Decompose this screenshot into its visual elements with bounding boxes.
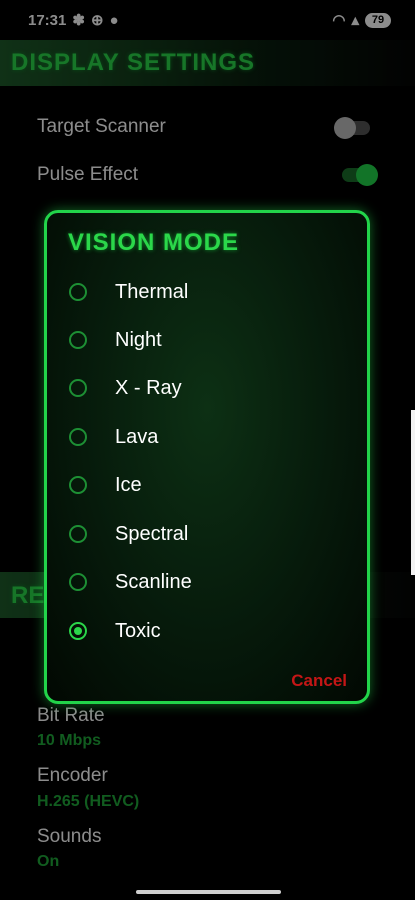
option-label: Lava [115, 425, 159, 448]
option-label: Toxic [115, 619, 161, 642]
option-label: Night [115, 328, 162, 351]
option-scanline[interactable]: Scanline [69, 562, 349, 602]
dialog-title: VISION MODE [68, 229, 240, 256]
option-label: Ice [115, 473, 142, 496]
option-toxic[interactable]: Toxic [69, 611, 349, 651]
radio-unchecked-icon[interactable] [69, 428, 87, 446]
option-label: X - Ray [115, 376, 182, 399]
radio-checked-icon[interactable] [69, 622, 87, 640]
option-night[interactable]: Night [69, 320, 349, 360]
option-label: Thermal [115, 280, 189, 303]
radio-unchecked-icon[interactable] [69, 525, 87, 543]
radio-unchecked-icon[interactable] [69, 283, 87, 301]
home-gesture-bar[interactable] [136, 890, 281, 894]
cancel-button[interactable]: Cancel [291, 671, 347, 691]
option-label: Spectral [115, 522, 189, 545]
radio-unchecked-icon[interactable] [69, 331, 87, 349]
option-spectral[interactable]: Spectral [69, 514, 349, 554]
option-lava[interactable]: Lava [69, 417, 349, 457]
radio-unchecked-icon[interactable] [69, 379, 87, 397]
radio-unchecked-icon[interactable] [69, 476, 87, 494]
option-label: Scanline [115, 570, 192, 593]
radio-unchecked-icon[interactable] [69, 573, 87, 591]
option-thermal[interactable]: Thermal [69, 272, 349, 312]
edge-panel-handle[interactable] [411, 410, 415, 575]
option-x-ray[interactable]: X - Ray [69, 368, 349, 408]
vision-mode-dialog: VISION MODE Thermal Night X - Ray Lava I… [44, 210, 370, 704]
option-ice[interactable]: Ice [69, 465, 349, 505]
